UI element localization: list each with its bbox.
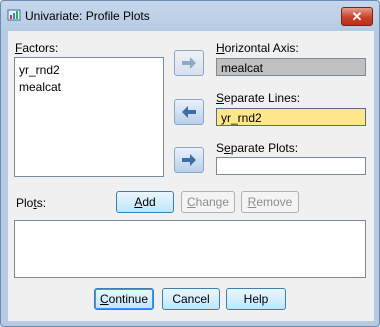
factor-item-yr-rnd2[interactable]: yr_rnd2 bbox=[19, 63, 60, 77]
arrow-left-icon bbox=[182, 106, 196, 118]
factors-label: Factors: bbox=[15, 41, 59, 55]
close-icon: ✕ bbox=[351, 8, 363, 24]
horizontal-axis-label: Horizontal Axis: bbox=[216, 41, 299, 55]
cancel-button[interactable]: Cancel bbox=[162, 288, 220, 310]
separate-lines-field[interactable]: yr_rnd2 bbox=[216, 108, 366, 126]
separate-lines-label: Separate Lines: bbox=[216, 91, 301, 105]
change-button[interactable]: Change bbox=[181, 191, 235, 213]
move-to-horizontal-axis-button[interactable] bbox=[174, 50, 204, 76]
move-to-separate-plots-button[interactable] bbox=[174, 147, 204, 173]
separate-plots-label: Separate Plots: bbox=[216, 141, 299, 155]
title-bar[interactable]: Univariate: Profile Plots ✕ bbox=[1, 1, 379, 31]
arrow-right-icon bbox=[182, 154, 196, 166]
dialog-window: Univariate: Profile Plots ✕ Factors: yr_… bbox=[0, 0, 380, 327]
help-button[interactable]: Help bbox=[226, 288, 286, 310]
window-title: Univariate: Profile Plots bbox=[25, 9, 150, 23]
close-button[interactable]: ✕ bbox=[341, 7, 373, 26]
continue-button[interactable]: Continue bbox=[94, 288, 154, 310]
factors-listbox[interactable]: yr_rnd2 mealcat bbox=[14, 57, 164, 177]
plots-label: Plots: bbox=[16, 196, 47, 210]
move-to-separate-lines-button[interactable] bbox=[174, 99, 204, 125]
dialog-body: Factors: yr_rnd2 mealcat Horizontal Axis… bbox=[8, 31, 374, 321]
add-button[interactable]: Add bbox=[116, 191, 174, 213]
plots-listbox[interactable] bbox=[14, 220, 366, 278]
factor-item-mealcat[interactable]: mealcat bbox=[19, 80, 61, 94]
remove-button[interactable]: Remove bbox=[241, 191, 299, 213]
separate-plots-field[interactable] bbox=[216, 157, 366, 175]
app-icon bbox=[7, 9, 21, 21]
horizontal-axis-field[interactable]: mealcat bbox=[216, 58, 366, 76]
arrow-right-icon bbox=[182, 57, 196, 69]
